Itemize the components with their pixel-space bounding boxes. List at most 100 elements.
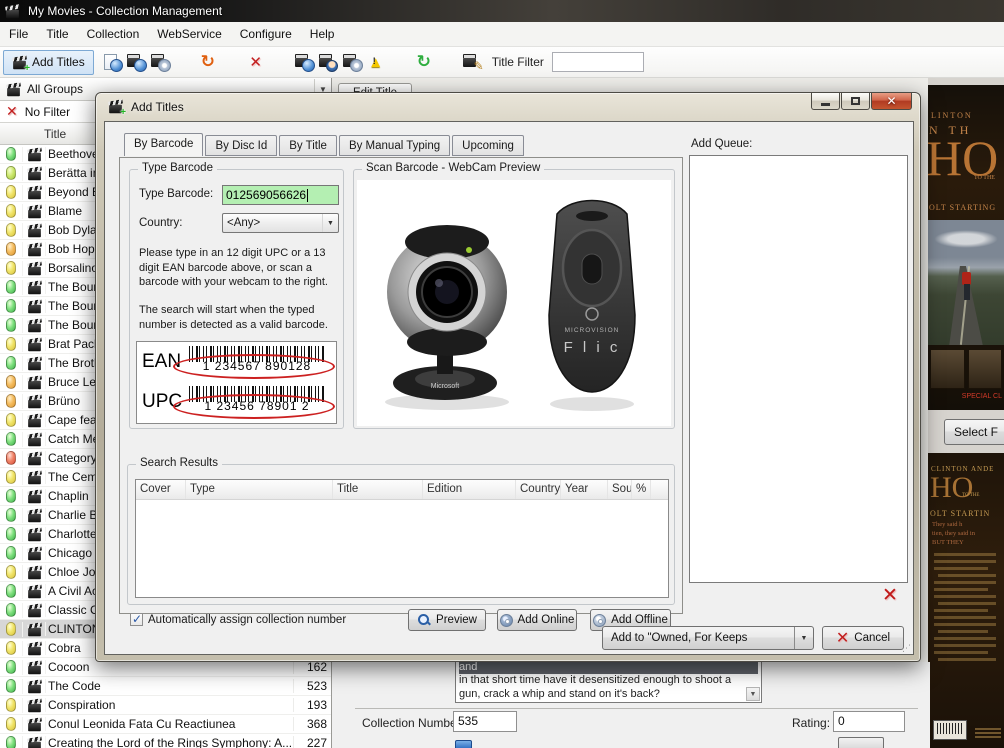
add-online-button[interactable]: Add Online — [497, 609, 577, 631]
app-icon — [6, 9, 19, 18]
title-cell: Conul Leonida Fata Cu Reactiunea — [45, 717, 293, 731]
title-cell: Creating the Lord of the Rings Symphony:… — [45, 736, 293, 748]
delete-title-icon[interactable] — [244, 51, 268, 73]
menu-item[interactable]: Help — [301, 22, 344, 46]
auto-assign-checkbox[interactable] — [130, 613, 143, 626]
main-window-title: My Movies - Collection Management — [28, 4, 222, 18]
column-header[interactable]: Cover — [136, 480, 186, 499]
title-filter-input[interactable] — [552, 52, 644, 72]
title-save-disc-icon[interactable] — [148, 51, 172, 73]
barcode-sample-image: EAN 1 234567 890128 UPC 1 23456 78901 2 — [136, 341, 337, 424]
preview-button[interactable]: Preview — [408, 609, 486, 631]
resize-grip[interactable]: ⋰ — [902, 643, 911, 654]
toolbar-separator[interactable] — [268, 51, 292, 73]
maximize-button[interactable] — [841, 93, 870, 110]
type-barcode-group: Type Barcode Type Barcode: 012569056626 … — [129, 169, 344, 429]
title-column-header[interactable]: Title — [44, 127, 66, 141]
add-titles-icon — [13, 60, 26, 69]
preview-icon — [417, 613, 431, 627]
status-pill-icon — [6, 166, 16, 180]
title-update-icon[interactable] — [292, 51, 316, 73]
menu-item[interactable]: WebService — [148, 22, 230, 46]
column-header[interactable]: Country — [516, 480, 561, 499]
title-person-icon[interactable] — [316, 51, 340, 73]
scroll-down-button[interactable]: ▼ — [746, 687, 760, 701]
group-label: Search Results — [136, 457, 222, 469]
edit-title-icon[interactable] — [460, 51, 484, 73]
cover-barcode — [933, 720, 967, 740]
add-to-button[interactable]: Add to "Owned, For Keeps ▼ — [602, 626, 814, 650]
status-pill-icon — [6, 375, 16, 389]
menu-item[interactable]: Title — [37, 22, 77, 46]
groups-combo-value: All Groups — [27, 82, 83, 96]
cover-text: TO THE — [974, 175, 995, 181]
movie-icon — [28, 665, 41, 674]
rating-field[interactable]: 0 — [833, 711, 905, 732]
title-save-web-icon[interactable] — [124, 51, 148, 73]
cover-text: SPECIAL CL — [962, 393, 1002, 400]
dialog-tab[interactable]: By Manual Typing — [339, 135, 450, 156]
web-link-icon[interactable] — [455, 740, 472, 748]
refresh-icon[interactable] — [412, 51, 436, 73]
movie-icon — [28, 722, 41, 731]
add-queue-list[interactable] — [689, 155, 908, 583]
group-label: Type Barcode — [138, 162, 217, 174]
column-header[interactable]: Edition — [423, 480, 516, 499]
status-pill-icon — [6, 451, 16, 465]
menu-item[interactable]: Configure — [231, 22, 301, 46]
column-header[interactable]: Source — [608, 480, 632, 499]
list-item[interactable]: Conspiration 193 — [0, 696, 331, 715]
barcode-field-label: Type Barcode: — [139, 188, 213, 200]
column-header[interactable]: Year — [561, 480, 608, 499]
movie-icon — [28, 266, 41, 275]
divider — [355, 708, 918, 709]
column-header[interactable]: % — [632, 480, 651, 499]
list-item[interactable]: Conul Leonida Fata Cu Reactiunea 368 — [0, 715, 331, 734]
menu-item[interactable]: File — [0, 22, 37, 46]
movie-icon — [28, 646, 41, 655]
by-barcode-tab-page: Type Barcode Type Barcode: 012569056626 … — [119, 157, 683, 614]
status-pill-icon — [6, 394, 16, 408]
title-cell: Cocoon — [45, 660, 293, 674]
list-item[interactable]: The Code 523 — [0, 677, 331, 696]
status-pill-icon — [6, 527, 16, 541]
dialog-tab[interactable]: Upcoming — [452, 135, 524, 156]
barcode-input[interactable]: 012569056626 — [222, 185, 339, 205]
back-cover-image: CLINTON ANDE HO TO THE OLT STARTIN They … — [928, 453, 1004, 748]
sync-web-icon[interactable] — [196, 51, 220, 73]
cancel-button[interactable]: ✕ Cancel — [822, 626, 904, 650]
minimize-button[interactable] — [811, 93, 840, 110]
remove-from-queue-icon[interactable]: ✕ — [877, 584, 903, 608]
chevron-down-icon[interactable]: ▼ — [794, 627, 813, 649]
title-disc-icon[interactable] — [340, 51, 364, 73]
instructions-text: Please type in an 12 digit UPC or a 13 d… — [139, 246, 339, 290]
partial-button[interactable] — [838, 737, 884, 748]
country-select[interactable]: <Any> ▼ — [222, 213, 339, 233]
add-titles-button[interactable]: Add Titles — [3, 50, 94, 75]
toolbar-separator[interactable] — [436, 51, 460, 73]
select-front-button[interactable]: Select F — [944, 419, 1004, 445]
warning-icon[interactable] — [364, 51, 388, 73]
status-pill-icon — [6, 318, 16, 332]
movie-icon — [28, 475, 41, 484]
search-results-list[interactable]: CoverTypeTitleEditionCountryYearSource% — [135, 479, 669, 598]
movie-icon — [28, 684, 41, 693]
search-results-group: Search Results CoverTypeTitleEditionCoun… — [127, 464, 675, 605]
dialog-tab[interactable]: By Title — [279, 135, 337, 156]
dialog-tab[interactable]: By Barcode — [124, 133, 203, 156]
dialog-tab[interactable]: By Disc Id — [205, 135, 277, 156]
collection-number-field[interactable]: 535 — [453, 711, 517, 732]
close-button[interactable]: ✕ — [871, 93, 912, 110]
movie-icon — [28, 399, 41, 408]
toolbar-separator[interactable] — [172, 51, 196, 73]
column-header[interactable]: Title — [333, 480, 423, 499]
column-header[interactable]: Type — [186, 480, 333, 499]
list-item[interactable]: Creating the Lord of the Rings Symphony:… — [0, 734, 331, 748]
status-pill-icon — [6, 660, 16, 674]
toolbar-separator[interactable] — [388, 51, 412, 73]
export-web-icon[interactable] — [100, 51, 124, 73]
no-filter-label: No Filter — [25, 105, 70, 119]
menu-item[interactable]: Collection — [78, 22, 149, 46]
toolbar: Add Titles Title Filter — [0, 47, 1004, 78]
toolbar-separator[interactable] — [220, 51, 244, 73]
